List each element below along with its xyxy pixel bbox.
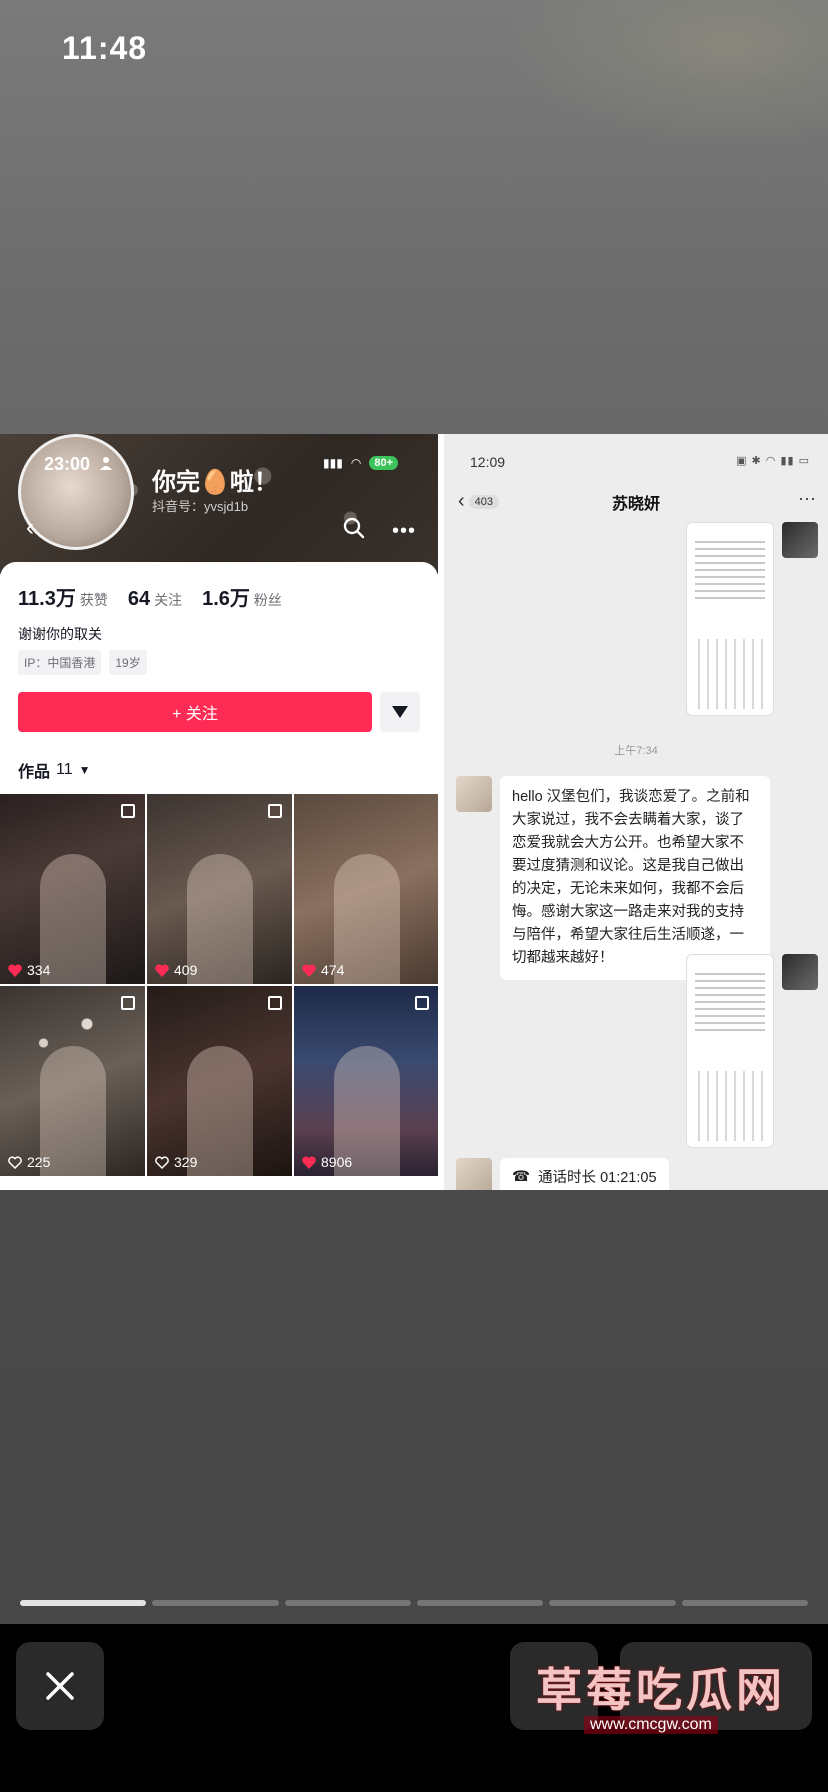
chat-contact-name: 苏晓妍 bbox=[611, 496, 660, 513]
heart-icon bbox=[8, 964, 22, 977]
progress-segment bbox=[284, 1600, 411, 1606]
progress-segment bbox=[416, 1600, 544, 1606]
background-glow bbox=[500, 0, 828, 150]
progress-segment bbox=[549, 1600, 676, 1606]
back-chevron-icon[interactable]: ‹ bbox=[26, 514, 34, 542]
more-icon[interactable]: ··· bbox=[798, 488, 816, 509]
search-icon[interactable] bbox=[342, 516, 366, 540]
heart-icon bbox=[302, 1156, 316, 1169]
avatar bbox=[782, 522, 818, 558]
multi-image-icon bbox=[121, 996, 135, 1010]
like-count: 329 bbox=[155, 1154, 197, 1170]
close-button[interactable] bbox=[16, 1642, 104, 1730]
signal-icon: ▮▮▮ bbox=[323, 456, 343, 470]
tag-age: 19岁 bbox=[109, 650, 147, 675]
follow-button[interactable]: + 关注 bbox=[18, 692, 372, 732]
close-icon bbox=[46, 1672, 74, 1700]
multi-image-icon bbox=[415, 996, 429, 1010]
chevron-down-icon: ▼ bbox=[78, 763, 91, 777]
like-count: 225 bbox=[8, 1154, 50, 1170]
phone-icon: ☎ bbox=[512, 1168, 531, 1185]
call-record[interactable]: ☎ 通话时长 01:21:05 bbox=[500, 1158, 669, 1190]
chat-screenshot: 12:09 ▣ ✱ ◠ ▮▮ ▭ ‹ 403 苏晓妍 ··· 上午7:34 he… bbox=[444, 434, 828, 1190]
progress-segment bbox=[681, 1600, 808, 1606]
multi-image-icon bbox=[268, 804, 282, 818]
profile-phone-time: 23:00 bbox=[44, 454, 91, 474]
stat-following[interactable]: 64 关注 bbox=[128, 588, 182, 611]
video-thumb[interactable]: 225 bbox=[0, 986, 145, 1176]
profile-name: 你完🥚啦！ bbox=[152, 469, 278, 496]
more-icon[interactable]: ••• bbox=[392, 520, 416, 543]
avatar bbox=[782, 954, 818, 990]
video-thumb[interactable]: 8906 bbox=[294, 986, 438, 1176]
multi-image-icon bbox=[121, 804, 135, 818]
chat-status-icons: ▣ ✱ ◠ ▮▮ ▭ bbox=[736, 455, 810, 467]
video-thumb[interactable]: 474 bbox=[294, 794, 438, 984]
multi-image-icon bbox=[268, 996, 282, 1010]
sent-image[interactable] bbox=[686, 522, 774, 716]
profile-bio: 谢谢你的取关 bbox=[18, 626, 102, 642]
progress-segment bbox=[152, 1600, 279, 1606]
story-image: 23:00 ‹ 你完🥚啦！ 抖音号：yvsjd1b ▮▮▮ ◠ 80+ ••• … bbox=[0, 434, 828, 1190]
heart-icon bbox=[155, 964, 169, 977]
heart-outline-icon bbox=[8, 1155, 22, 1169]
avatar bbox=[18, 434, 134, 550]
chat-phone-time: 12:09 bbox=[470, 454, 506, 470]
chat-timestamp: 上午7:34 bbox=[614, 745, 658, 757]
like-count: 334 bbox=[8, 962, 50, 978]
like-count: 8906 bbox=[302, 1154, 352, 1170]
tag-ip: IP：中国香港 bbox=[18, 650, 102, 675]
profile-tags: IP：中国香港 19岁 bbox=[18, 650, 147, 675]
avatar bbox=[456, 776, 492, 812]
watermark-url: www.cmcgw.com bbox=[584, 1716, 718, 1734]
watermark-text: 草莓吃瓜网 bbox=[536, 1664, 786, 1716]
like-count: 474 bbox=[302, 962, 344, 978]
wifi-icon: ◠ bbox=[350, 456, 362, 470]
video-thumb[interactable]: 334 bbox=[0, 794, 145, 984]
video-thumb[interactable]: 329 bbox=[147, 986, 292, 1176]
profile-account-id: 抖音号：yvsjd1b bbox=[152, 499, 249, 514]
person-icon bbox=[100, 457, 112, 470]
works-tab[interactable]: 作品 11 ▼ bbox=[18, 758, 91, 782]
triangle-down-icon bbox=[392, 706, 408, 718]
profile-stats: 11.3万 获赞 64 关注 1.6万 粉丝 bbox=[18, 582, 282, 611]
video-grid: 334 409 474 225 329 8906 bbox=[0, 794, 438, 1176]
avatar bbox=[456, 1158, 492, 1190]
video-thumb[interactable]: 409 bbox=[147, 794, 292, 984]
stat-likes: 11.3万 获赞 bbox=[18, 588, 108, 610]
profile-card: 11.3万 获赞 64 关注 1.6万 粉丝 谢谢你的取关 IP：中国香港 19岁 +… bbox=[0, 562, 438, 1190]
profile-status-icons: ▮▮▮ ◠ 80+ bbox=[323, 456, 398, 470]
story-progress bbox=[20, 1600, 808, 1606]
progress-segment bbox=[20, 1600, 147, 1606]
stat-followers[interactable]: 1.6万 粉丝 bbox=[202, 582, 282, 611]
battery-icon: 80+ bbox=[369, 456, 398, 470]
heart-outline-icon bbox=[155, 1155, 169, 1169]
status-bar-time: 11:48 bbox=[62, 30, 148, 66]
sent-image[interactable] bbox=[686, 954, 774, 1148]
message-bubble[interactable]: hello 汉堡包们，我谈恋爱了。之前和大家说过，我不会去瞒着大家，谈了恋爱我就… bbox=[500, 776, 770, 980]
recommend-dropdown-button[interactable] bbox=[380, 692, 420, 732]
like-count: 409 bbox=[155, 962, 197, 978]
heart-icon bbox=[302, 964, 316, 977]
bottom-bar: 草莓吃瓜网 www.cmcgw.com bbox=[0, 1624, 828, 1792]
profile-screenshot: 23:00 ‹ 你完🥚啦！ 抖音号：yvsjd1b ▮▮▮ ◠ 80+ ••• … bbox=[0, 434, 438, 1190]
